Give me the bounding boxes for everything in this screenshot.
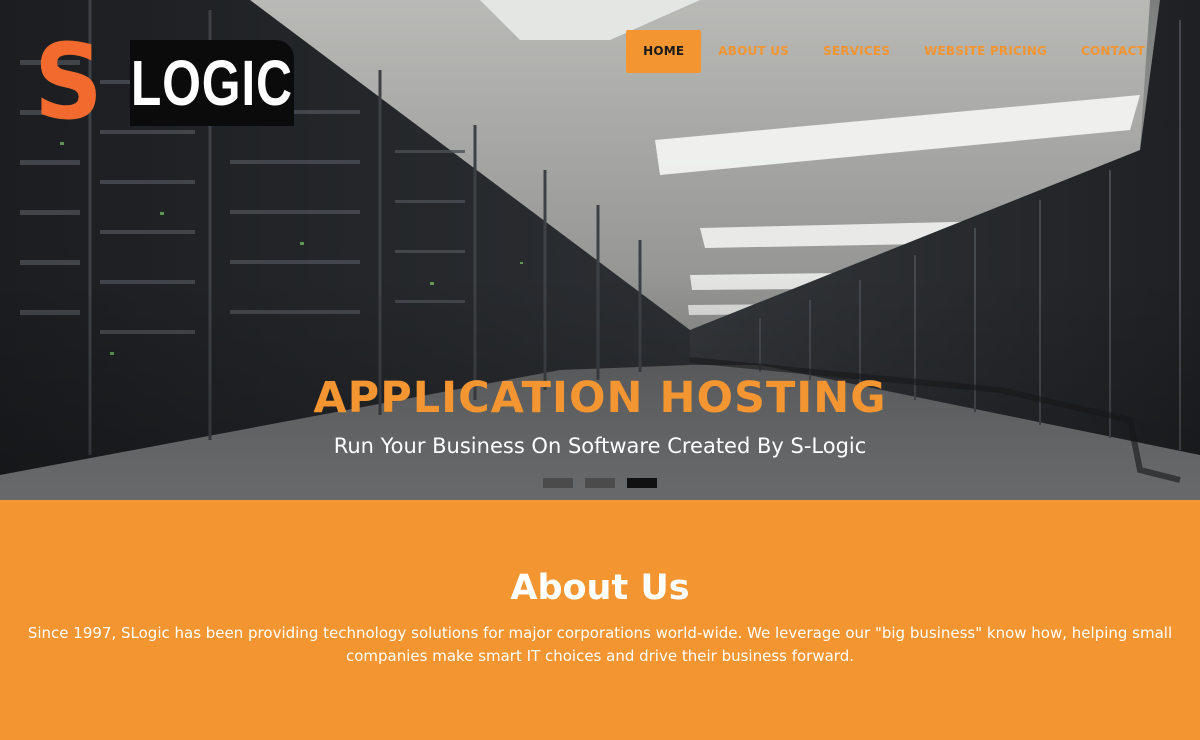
- slider-indicators: [543, 478, 657, 488]
- slider-dot-2[interactable]: [585, 478, 615, 488]
- nav-item-contact[interactable]: CONTACT: [1064, 30, 1162, 73]
- about-heading: About Us: [510, 568, 690, 608]
- nav-item-about-us[interactable]: ABOUT US: [701, 30, 806, 73]
- nav-item-home[interactable]: HOME: [626, 30, 702, 73]
- about-section: About Us Since 1997, SLogic has been pro…: [0, 500, 1200, 740]
- site-logo[interactable]: S LOGIC: [34, 21, 296, 143]
- slider-dot-3[interactable]: [627, 478, 657, 488]
- about-body: Since 1997, SLogic has been providing te…: [27, 624, 1173, 665]
- logo-wordmark-box: LOGIC: [130, 40, 294, 126]
- nav-item-services[interactable]: SERVICES: [806, 30, 907, 73]
- hero-subtitle: Run Your Business On Software Created By…: [333, 434, 867, 458]
- main-nav: HOME ABOUT US SERVICES WEBSITE PRICING C…: [626, 30, 1162, 73]
- logo-s-mark: S: [34, 21, 103, 143]
- hero-title: APPLICATION HOSTING: [313, 373, 887, 423]
- hero-slider: S LOGIC HOME ABOUT US SERVICES WEBSITE P…: [0, 0, 1200, 500]
- slider-dot-1[interactable]: [543, 478, 573, 488]
- logo-wordmark: LOGIC: [131, 47, 293, 119]
- nav-item-website-pricing[interactable]: WEBSITE PRICING: [907, 30, 1064, 73]
